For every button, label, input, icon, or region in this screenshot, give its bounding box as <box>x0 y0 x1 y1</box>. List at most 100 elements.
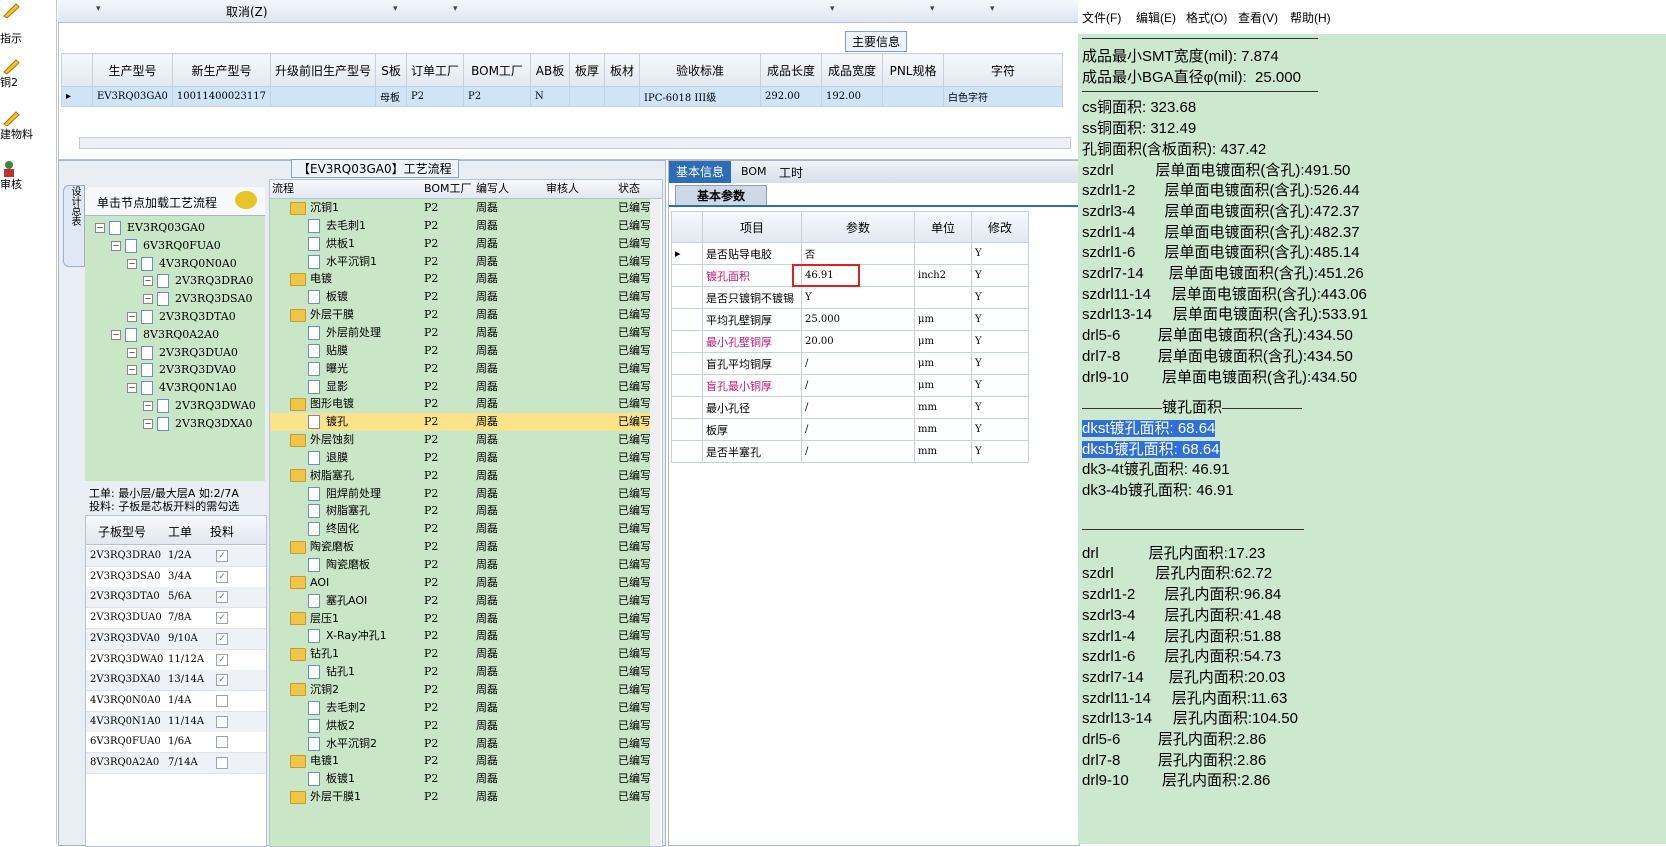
col-header[interactable]: 字符 <box>943 53 1064 87</box>
table-cell[interactable] <box>882 86 945 107</box>
chevron-down-icon[interactable]: ▾ <box>930 4 935 14</box>
table-row[interactable]: 2V3RQ3DUA0 7/8A ✓ <box>86 608 266 630</box>
table-row[interactable]: 2V3RQ3DSA0 3/4A ✓ <box>86 566 266 588</box>
col-header[interactable]: 工单 <box>168 523 192 540</box>
chevron-down-icon[interactable]: ▾ <box>990 4 995 14</box>
table-cell[interactable]: 10011400023117 <box>171 86 272 107</box>
col-header[interactable]: 项目 <box>702 211 802 243</box>
tree-node[interactable]: − 2V3RQ3DUA0 <box>127 344 238 362</box>
col-header[interactable]: AB板 <box>530 53 571 87</box>
flow-row[interactable]: 水平沉铜2 P2 周磊 已编写 <box>270 735 650 753</box>
horizontal-scrollbar[interactable] <box>79 137 1071 149</box>
table-cell[interactable]: EV3RQ03GA0 <box>92 86 173 107</box>
flow-row[interactable]: 板镀 P2 周磊 已编写 <box>270 288 650 306</box>
menu-file[interactable]: 文件(F) <box>1082 9 1121 26</box>
flow-row[interactable]: 树脂塞孔 P2 周磊 已编写 <box>270 502 650 520</box>
checkbox[interactable]: ✓ <box>216 653 228 666</box>
param-row[interactable]: 最小孔壁铜厚 20.00 μm Y <box>671 330 1029 353</box>
table-row[interactable]: 2V3RQ3DWA0 11/12A ✓ <box>86 649 266 671</box>
table-cell[interactable]: 母板 <box>375 86 408 107</box>
col-header[interactable]: 修改 <box>971 211 1029 243</box>
checkbox[interactable]: ✓ <box>216 570 228 583</box>
tab-bom[interactable]: BOM <box>741 165 767 178</box>
col-header[interactable]: S板 <box>375 53 408 87</box>
toolbar-item-3[interactable]: 建物料 <box>0 110 56 142</box>
table-cell[interactable] <box>569 86 606 107</box>
checkbox[interactable] <box>216 757 228 769</box>
expand-toggle-icon[interactable]: − <box>127 365 137 376</box>
table-row[interactable]: 6V3RQ0FUA0 1/6A <box>86 732 266 754</box>
col-header[interactable]: PNL规格 <box>882 53 945 87</box>
expand-toggle-icon[interactable]: − <box>111 240 121 251</box>
col-header[interactable]: 参数 <box>801 211 915 243</box>
chat-bubble-icon[interactable] <box>235 191 257 209</box>
flow-row[interactable]: 终固化 P2 周磊 已编写 <box>270 520 650 538</box>
flow-row[interactable]: 钻孔1 P2 周磊 已编写 <box>270 645 650 663</box>
sub-order[interactable]: 11/14A <box>168 712 204 732</box>
flow-row[interactable]: 电镀 P2 周磊 已编写 <box>270 270 650 288</box>
checkbox[interactable]: ✓ <box>216 632 228 645</box>
sub-order[interactable]: 9/10A <box>168 629 198 649</box>
table-row[interactable]: 2V3RQ3DRA0 1/2A ✓ <box>86 546 266 567</box>
table-cell[interactable] <box>269 86 377 107</box>
col-header[interactable]: 成品宽度 <box>821 53 884 87</box>
toolbar-item-2[interactable]: 铜2 <box>0 58 56 90</box>
menu-format[interactable]: 格式(O) <box>1186 9 1227 26</box>
flow-row[interactable]: 图形电镀 P2 周磊 已编写 <box>270 395 650 413</box>
flow-row[interactable]: 烘板2 P2 周磊 已编写 <box>270 717 650 735</box>
flow-row[interactable]: 沉铜1 P2 周磊 已编写 <box>270 199 650 217</box>
param-row[interactable]: 镀孔面积 46.91 inch2 Y <box>671 264 1029 287</box>
flow-row[interactable]: 电镀1 P2 周磊 已编写 <box>270 752 650 770</box>
param-value-cell[interactable]: 否 <box>801 242 915 265</box>
menu-view[interactable]: 查看(V) <box>1238 9 1278 26</box>
tree-node[interactable]: − 2V3RQ3DXA0 <box>143 415 252 433</box>
table-row[interactable]: 2V3RQ3DVA0 9/10A ✓ <box>86 628 266 650</box>
tree-node[interactable]: − 2V3RQ3DWA0 <box>143 397 256 415</box>
param-value-cell[interactable]: 25.000 <box>801 308 915 331</box>
table-cell[interactable]: 292.00 <box>760 86 823 107</box>
table-row[interactable]: 8V3RQ0A2A0 7/14A <box>86 753 266 774</box>
tab-hours[interactable]: 工时 <box>779 164 803 181</box>
toolbar-item-4[interactable]: 审核 <box>0 160 56 192</box>
table-row[interactable]: ▸ EV3RQ03GA0 10011400023117 母板 P2 P2 N I… <box>61 86 1064 107</box>
table-cell[interactable]: 192.00 <box>821 86 884 107</box>
col-header[interactable]: 新生产型号 <box>171 53 272 87</box>
col-header[interactable]: BOM工厂 <box>424 180 472 198</box>
col-header[interactable]: 升级前旧生产型号 <box>269 53 377 87</box>
flow-row[interactable]: 水平沉铜1 P2 周磊 已编写 <box>270 253 650 271</box>
param-row[interactable]: 盲孔平均铜厚 / μm Y <box>671 352 1029 375</box>
expand-toggle-icon[interactable]: − <box>127 347 137 358</box>
checkbox[interactable]: ✓ <box>216 612 228 625</box>
table-cell[interactable]: 白色字符 <box>943 86 1064 107</box>
flow-row[interactable]: 陶瓷磨板 P2 周磊 已编写 <box>270 556 650 574</box>
sub-order[interactable]: 1/6A <box>168 732 191 752</box>
flow-row[interactable]: 外层干膜1 P2 周磊 已编写 <box>270 788 650 806</box>
tree-node[interactable]: − 2V3RQ3DRA0 <box>143 272 253 290</box>
param-value-cell[interactable]: / <box>801 440 915 463</box>
flow-row[interactable]: 陶瓷磨板 P2 周磊 已编写 <box>270 538 650 556</box>
expand-toggle-icon[interactable]: − <box>111 329 121 340</box>
table-cell[interactable]: P2 <box>406 86 465 107</box>
chevron-down-icon[interactable]: ▾ <box>830 4 835 14</box>
table-cell[interactable]: N <box>530 86 571 107</box>
table-row[interactable]: 4V3RQ0N1A0 11/14A <box>86 711 266 733</box>
flow-row[interactable]: 烘板1 P2 周磊 已编写 <box>270 235 650 253</box>
col-header[interactable]: 审核人 <box>546 180 579 198</box>
expand-toggle-icon[interactable]: − <box>143 401 153 411</box>
flow-row[interactable]: AOI P2 周磊 已编写 <box>270 574 650 592</box>
expand-toggle-icon[interactable]: − <box>127 258 137 269</box>
flow-row[interactable]: 层压1 P2 周磊 已编写 <box>270 610 650 628</box>
checkbox[interactable]: ✓ <box>216 591 228 604</box>
col-header[interactable]: 板厚 <box>569 53 606 87</box>
table-row[interactable]: 4V3RQ0N0A0 1/4A <box>86 690 266 712</box>
param-value-cell[interactable]: / <box>801 352 915 375</box>
col-header[interactable]: 订单工厂 <box>406 53 465 87</box>
col-header[interactable]: 成品长度 <box>760 53 823 87</box>
flow-row[interactable]: 沉铜2 P2 周磊 已编写 <box>270 681 650 699</box>
sub-order[interactable]: 3/4A <box>168 567 191 587</box>
tree-node[interactable]: − 2V3RQ3DSA0 <box>143 290 253 308</box>
tree-node[interactable]: − 2V3RQ3DTA0 <box>127 308 236 326</box>
tree-node[interactable]: − 4V3RQ0N1A0 <box>127 379 237 397</box>
flow-row[interactable]: 外层蚀刻 P2 周磊 已编写 <box>270 431 650 449</box>
flow-row[interactable]: 树脂塞孔 P2 周磊 已编写 <box>270 467 650 485</box>
